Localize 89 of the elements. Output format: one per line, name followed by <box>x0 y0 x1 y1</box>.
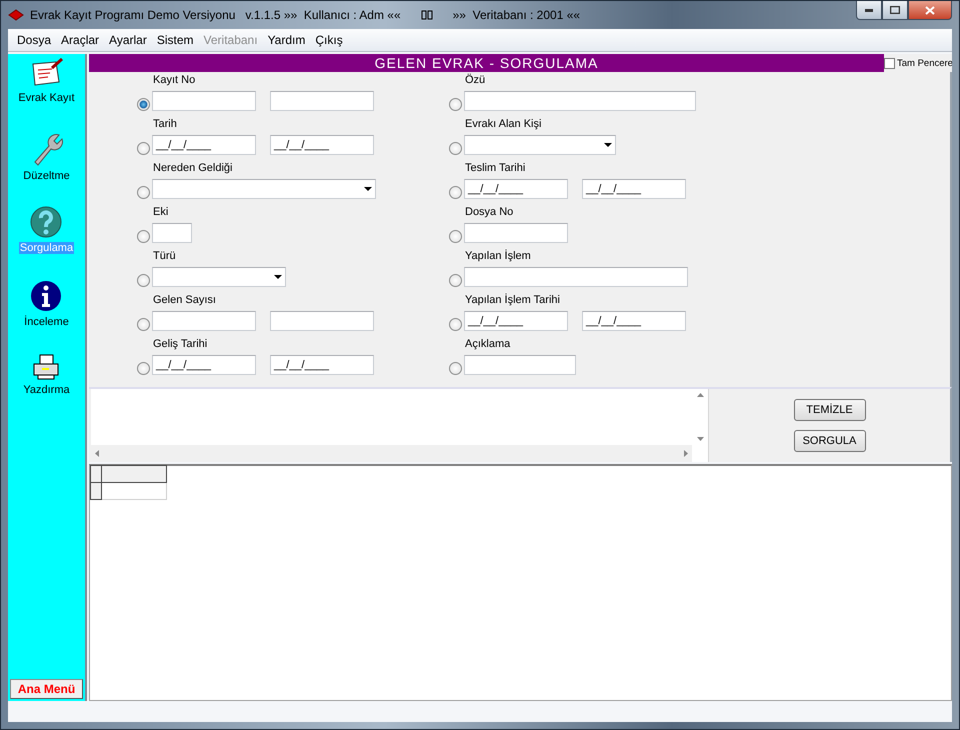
radio-button[interactable] <box>449 362 462 375</box>
field-label: Geliş Tarihi <box>153 338 208 352</box>
field-label: Gelen Sayısı <box>153 294 217 308</box>
date-field[interactable]: __/__/____ <box>152 134 256 154</box>
field-label: Teslim Tarihi <box>465 162 526 176</box>
radio-button[interactable] <box>449 186 462 199</box>
input-field[interactable] <box>152 222 192 242</box>
sidebar-label: Düzeltme <box>22 170 71 182</box>
dropdown-caret-icon <box>604 142 612 146</box>
field-label: Nereden Geldiği <box>153 162 234 176</box>
date-field[interactable]: __/__/____ <box>270 354 374 374</box>
sidebar-label: Sorgulama <box>18 242 74 254</box>
close-button[interactable] <box>908 1 952 20</box>
radio-button[interactable] <box>137 274 150 287</box>
date-field[interactable]: __/__/____ <box>582 310 686 330</box>
database-info: »» Veritabanı : 2001 «« <box>452 8 580 22</box>
paper-icon <box>30 58 64 88</box>
radio-button[interactable] <box>449 142 462 155</box>
sidebar-label: Evrak Kayıt <box>17 92 76 104</box>
radio-button[interactable] <box>137 142 150 155</box>
radio-button[interactable] <box>137 362 150 375</box>
menu-item[interactable]: Çıkış <box>310 33 348 47</box>
radio-button[interactable] <box>137 98 150 111</box>
menu-item[interactable]: Araçlar <box>56 33 104 47</box>
link-icon <box>420 10 433 20</box>
field-label: Türü <box>153 250 177 264</box>
radio-button[interactable] <box>137 186 150 199</box>
app-icon <box>8 9 24 21</box>
radio-button[interactable] <box>449 98 462 111</box>
field-label: Özü <box>465 74 486 88</box>
field-label: Kayıt No <box>153 74 196 88</box>
minimize-button[interactable] <box>856 1 882 20</box>
help-icon <box>30 206 62 238</box>
menu-item[interactable]: Sistem <box>152 33 199 47</box>
input-field[interactable] <box>270 90 374 110</box>
main-menu-button[interactable]: Ana Menü <box>10 679 83 699</box>
dropdown-field[interactable] <box>464 134 616 154</box>
menu-item[interactable]: Dosya <box>12 33 56 47</box>
dropdown-caret-icon <box>274 274 282 278</box>
printer-icon <box>32 354 60 380</box>
input-field[interactable] <box>464 222 568 242</box>
menu-item[interactable]: Yardım <box>262 33 310 47</box>
scroll-left-icon[interactable] <box>95 450 99 457</box>
sidebar-item[interactable]: Yazdırma <box>22 354 71 428</box>
checkbox[interactable] <box>884 58 895 68</box>
minimize-icon <box>865 8 873 12</box>
field-label: Yapılan İşlem <box>465 250 532 264</box>
sidebar-item[interactable]: Düzeltme <box>22 132 71 206</box>
dropdown-field[interactable] <box>152 266 286 286</box>
dropdown-field[interactable] <box>152 178 376 198</box>
radio-button[interactable] <box>449 230 462 243</box>
field-label: Eki <box>153 206 170 220</box>
radio-button[interactable] <box>449 318 462 331</box>
sidebar-item[interactable]: Evrak Kayıt <box>17 58 76 132</box>
menu-item[interactable]: Ayarlar <box>104 33 152 47</box>
input-field[interactable] <box>464 90 696 110</box>
date-field[interactable]: __/__/____ <box>582 178 686 198</box>
field-label: Evrakı Alan Kişi <box>465 118 542 132</box>
field-label: Tarih <box>153 118 178 132</box>
action-button[interactable]: SORGULA <box>794 430 866 452</box>
scroll-down-icon[interactable] <box>696 437 704 441</box>
field-label: Dosya No <box>465 206 514 220</box>
info-icon <box>30 280 62 312</box>
maximize-icon <box>890 6 900 14</box>
date-field[interactable]: __/__/____ <box>464 310 568 330</box>
section-title: GELEN EVRAK - SORGULAMA <box>89 54 884 72</box>
input-field[interactable] <box>270 310 374 330</box>
maximize-button[interactable] <box>882 1 908 20</box>
dropdown-caret-icon <box>364 186 372 190</box>
radio-button[interactable] <box>137 230 150 243</box>
action-button[interactable]: TEMİZLE <box>794 399 866 421</box>
sidebar-item[interactable]: İnceleme <box>23 280 70 354</box>
date-field[interactable]: __/__/____ <box>152 354 256 374</box>
date-field[interactable]: __/__/____ <box>464 178 568 198</box>
input-field[interactable] <box>152 310 256 330</box>
field-label: Yapılan İşlem Tarihi <box>465 294 561 308</box>
scroll-up-icon[interactable] <box>696 393 704 397</box>
input-field[interactable] <box>152 90 256 110</box>
window-title: Evrak Kayıt Programı Demo Versiyonu v.1.1.5 »» Kullanıcı : Adm «« <box>30 8 401 22</box>
radio-button[interactable] <box>137 318 150 331</box>
input-field[interactable] <box>464 354 576 374</box>
input-field[interactable] <box>464 266 688 286</box>
sidebar-label: İnceleme <box>23 316 70 328</box>
scroll-right-icon[interactable] <box>684 450 688 457</box>
field-label: Açıklama <box>465 338 512 352</box>
sidebar-label: Yazdırma <box>22 384 71 396</box>
close-icon <box>925 6 935 14</box>
date-field[interactable]: __/__/____ <box>270 134 374 154</box>
radio-button[interactable] <box>449 274 462 287</box>
